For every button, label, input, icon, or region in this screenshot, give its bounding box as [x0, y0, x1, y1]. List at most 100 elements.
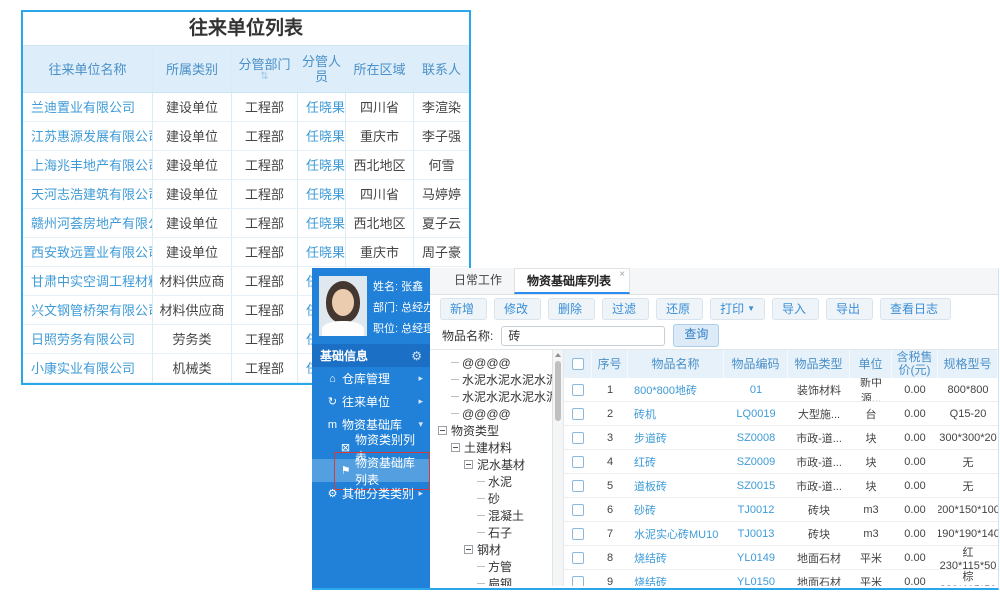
unit-name-link[interactable]: 兴文钢管桥架有限公司 [23, 296, 153, 324]
tab[interactable]: 物资基础库列表 × [514, 268, 631, 294]
item-name-link[interactable]: 800*800地砖 [628, 378, 724, 401]
sidebar-menu-item[interactable]: ⚙ 其他分类类别 ▸ [312, 482, 430, 505]
item-code-link[interactable]: LQ0019 [724, 402, 788, 425]
scroll-up-icon[interactable] [555, 353, 561, 357]
column-header-unit[interactable]: 单位 [850, 350, 892, 378]
unit-name-link[interactable]: 赣州河荟房地产有限公司 [23, 209, 153, 237]
row-checkbox[interactable] [572, 527, 584, 540]
tree-node[interactable]: 水泥水泥水泥水泥水泥水泥水泥 [438, 371, 553, 388]
collapse-icon[interactable] [451, 443, 460, 452]
tree-node[interactable]: 物资类型 [438, 422, 553, 439]
column-header-category[interactable]: 所属类别 [153, 46, 232, 92]
sort-icon[interactable]: ⇅ [260, 71, 268, 82]
scrollbar-thumb[interactable] [555, 361, 561, 421]
tree-scrollbar[interactable] [552, 350, 563, 586]
query-button[interactable]: 查询 [673, 324, 720, 347]
row-checkbox[interactable] [572, 383, 584, 396]
column-header-contact[interactable]: 联系人 [414, 46, 469, 92]
item-name-link[interactable]: 砂砖 [628, 498, 724, 521]
item-code-link[interactable]: TJ0012 [724, 498, 788, 521]
tree-node[interactable]: 砂 [438, 490, 553, 507]
item-code-link[interactable]: SZ0008 [724, 426, 788, 449]
unit-person-link[interactable]: 任晓果 [298, 122, 346, 150]
item-name-link[interactable]: 砖机 [628, 402, 724, 425]
row-checkbox[interactable] [572, 551, 584, 564]
row-checkbox[interactable] [572, 431, 584, 444]
unit-name-link[interactable]: 日照劳务有限公司 [23, 325, 153, 353]
unit-name-link[interactable]: 江苏惠源发展有限公司 [23, 122, 153, 150]
collapse-icon[interactable] [438, 426, 447, 435]
item-code-link[interactable]: YL0149 [724, 546, 788, 569]
column-header-no[interactable]: 序号 [592, 350, 628, 378]
row-checkbox[interactable] [572, 575, 584, 586]
column-header-region[interactable]: 所在区域 [346, 46, 414, 92]
sidebar-menu-item[interactable]: ⌂ 仓库管理 ▸ [312, 367, 430, 390]
tree-node[interactable]: @@@@ [438, 354, 553, 371]
unit-person-link[interactable]: 任晓果 [298, 209, 346, 237]
unit-person-link[interactable]: 任晓果 [298, 151, 346, 179]
unit-person-link[interactable]: 任晓果 [298, 180, 346, 208]
sidebar-menu-item[interactable]: ↻ 往来单位 ▸ [312, 390, 430, 413]
row-checkbox[interactable] [572, 407, 584, 420]
tree-node[interactable]: 扁钢 [438, 575, 553, 586]
toolbar-button[interactable]: 还原 [656, 297, 704, 320]
sidebar-section-basic-info[interactable]: 基础信息 ⚙ [312, 344, 430, 367]
item-name-link[interactable]: 道板砖 [628, 474, 724, 497]
tree-node[interactable]: @@@@ [438, 405, 553, 422]
column-header-price[interactable]: 含税售价(元) [892, 350, 938, 378]
column-header-spec[interactable]: 规格型号 [938, 350, 998, 378]
collapse-icon[interactable] [464, 545, 473, 554]
item-code-link[interactable]: TJ0013 [724, 522, 788, 545]
tree-node[interactable]: 石子 [438, 524, 553, 541]
unit-name-link[interactable]: 兰迪置业有限公司 [23, 93, 153, 121]
unit-name-link[interactable]: 西安致远置业有限公司 [23, 238, 153, 266]
tree-node[interactable]: 水泥 [438, 473, 553, 490]
item-name-link[interactable]: 步道砖 [628, 426, 724, 449]
toolbar-button[interactable]: 过滤 [602, 297, 650, 320]
item-name-link[interactable]: 烧结砖 [628, 570, 724, 587]
row-checkbox[interactable] [572, 479, 584, 492]
tree-node[interactable]: 土建材料 [438, 439, 553, 456]
unit-name-link[interactable]: 小康实业有限公司 [23, 354, 153, 382]
column-header-item-type[interactable]: 物品类型 [788, 350, 850, 378]
toolbar-button[interactable]: 查看日志 [880, 297, 952, 320]
tree-node[interactable]: 混凝土 [438, 507, 553, 524]
toolbar-button[interactable]: 导入 [772, 297, 820, 320]
item-code-link[interactable]: YL0150 [724, 570, 788, 587]
sidebar-menu-item[interactable]: ⚑ 物资基础库列表 [312, 451, 430, 490]
collapse-icon[interactable] [464, 460, 473, 469]
item-name-input[interactable] [501, 325, 666, 346]
tree-node[interactable]: 水泥水泥水泥水泥水泥水泥水泥 [438, 388, 553, 405]
row-checkbox[interactable] [572, 455, 584, 468]
item-code-link[interactable]: SZ0009 [724, 450, 788, 473]
toolbar-button[interactable]: 新增 [440, 297, 488, 320]
column-header-person[interactable]: 分管人员 [298, 46, 346, 92]
tree-node[interactable]: 钢材 [438, 541, 553, 558]
item-code-link[interactable]: 01 [724, 378, 788, 401]
row-checkbox[interactable] [572, 503, 584, 516]
toolbar-button[interactable]: 导出 [826, 297, 874, 320]
item-name-link[interactable]: 水泥实心砖MU10 [628, 522, 724, 545]
toolbar-button[interactable]: 修改 [494, 297, 542, 320]
unit-person-link[interactable]: 任晓果 [298, 238, 346, 266]
item-name-link[interactable]: 烧结砖 [628, 546, 724, 569]
toolbar-button[interactable]: 删除 [548, 297, 596, 320]
item-name-link[interactable]: 红砖 [628, 450, 724, 473]
tree-node[interactable]: 方管 [438, 558, 553, 575]
unit-name-link[interactable]: 上海兆丰地产有限公司 [23, 151, 153, 179]
close-icon[interactable]: × [619, 269, 625, 281]
column-header-item-code[interactable]: 物品编码 [724, 350, 788, 378]
tab[interactable]: 日常工作 [442, 268, 514, 294]
column-header-item-name[interactable]: 物品名称 [628, 350, 724, 378]
column-header-unit-name[interactable]: 往来单位名称 [23, 46, 153, 92]
unit-name-link[interactable]: 甘肃中实空调工程材料... [23, 267, 153, 295]
gear-icon[interactable]: ⚙ [411, 349, 422, 363]
column-header-dept[interactable]: 分管部门 ⇅ [232, 46, 298, 92]
item-code-link[interactable]: SZ0015 [724, 474, 788, 497]
toolbar-button[interactable]: 打印 ▼ [710, 297, 766, 320]
select-all-checkbox[interactable] [571, 358, 584, 370]
tree-node[interactable]: 泥水基材 [438, 456, 553, 473]
tree-node-label: 水泥 [488, 475, 513, 489]
unit-person-link[interactable]: 任晓果 [298, 93, 346, 121]
unit-name-link[interactable]: 天河志浩建筑有限公司 [23, 180, 153, 208]
